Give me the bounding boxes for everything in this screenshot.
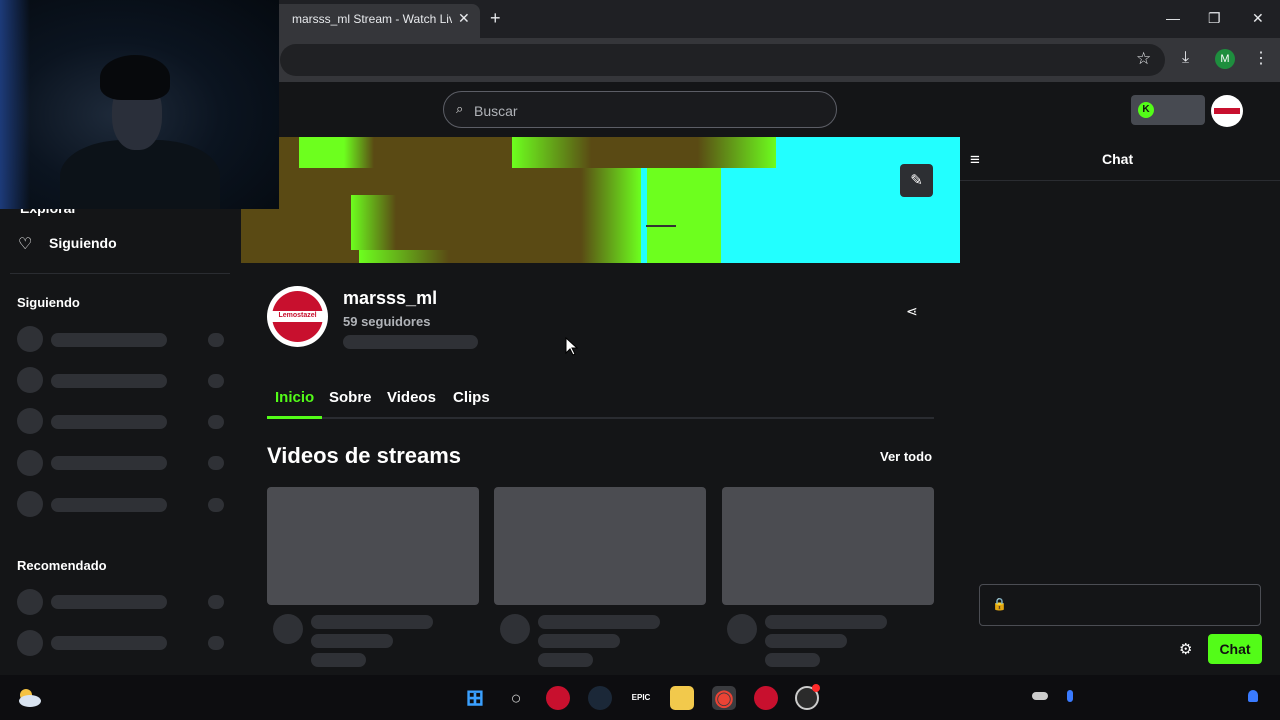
active-tab-indicator [267,416,322,419]
file-explorer-icon[interactable] [670,686,694,710]
skeleton-avatar [17,589,43,615]
user-avatar[interactable] [1211,95,1243,127]
skeleton-line [51,333,167,347]
app-icon[interactable] [754,686,778,710]
start-icon[interactable]: ⊞ [463,686,487,710]
heart-icon: ♡ [18,236,33,253]
skeleton-dot [208,456,224,470]
skeleton-line [51,456,167,470]
skeleton-line [51,636,167,650]
browser-tab-title[interactable]: marsss_ml Stream - Watch Live [292,12,452,26]
window-close-icon[interactable]: ✕ [1252,10,1264,27]
search-icon: ⌕ [456,101,464,116]
skeleton-dot [208,374,224,388]
sidebar-section-following: Siguiendo [17,295,80,310]
skeleton-avatar [273,614,303,644]
skeleton-line [765,653,820,667]
tab-sobre[interactable]: Sobre [329,389,372,406]
notification-dot [812,684,820,692]
skeleton-avatar [17,630,43,656]
chat-send-button[interactable]: Chat [1208,634,1262,664]
chat-title: Chat [1102,151,1134,167]
skeleton-dot [208,595,224,609]
skeleton-line [311,615,433,629]
skeleton-line [538,634,620,648]
tabs-divider [267,417,934,419]
kick-logo-icon: K [1138,102,1154,118]
weather-icon[interactable] [16,686,42,708]
skeleton-dot [208,415,224,429]
sidebar-item-following[interactable]: Siguiendo [49,235,117,251]
skeleton-avatar [17,491,43,517]
skeleton-line [51,415,167,429]
bookmark-star-icon[interactable]: ☆ [1136,49,1151,69]
sidebar-section-recommended: Recomendado [17,558,107,573]
skeleton-line [311,634,393,648]
chat-input[interactable] [979,584,1261,626]
edit-banner-button[interactable]: ✎ [900,164,933,197]
gear-icon[interactable]: ⚙ [1179,640,1192,658]
skeleton-line [51,498,167,512]
onedrive-icon[interactable] [1032,692,1048,700]
skeleton-avatar [727,614,757,644]
skeleton-dot [208,636,224,650]
profile-avatar[interactable]: M [1215,49,1235,69]
epic-games-icon[interactable]: EPIC [629,686,653,710]
skeleton-line [343,335,478,349]
app-icon[interactable] [546,686,570,710]
sidebar-divider [10,273,230,274]
minimize-icon[interactable]: — [1166,10,1180,26]
lock-icon: 🔒 [992,597,1007,611]
new-tab-icon[interactable]: + [490,8,501,29]
skeleton-dot [208,498,224,512]
skeleton-line [311,653,366,667]
notification-bell-icon[interactable] [1248,690,1258,702]
skeleton-line [765,634,847,648]
channel-avatar-logo-text: Lemostazel [278,312,317,319]
skeleton-avatar [17,367,43,393]
download-icon[interactable]: ⤓ [1182,49,1189,67]
skeleton-avatar [500,614,530,644]
channel-banner [241,137,960,263]
mouse-cursor-icon [565,337,579,356]
skeleton-line [765,615,887,629]
skeleton-avatar [17,408,43,434]
see-all-link[interactable]: Ver todo [880,449,932,464]
steam-icon[interactable] [588,686,612,710]
skeleton-avatar [17,450,43,476]
video-card-thumbnail[interactable] [267,487,479,605]
skeleton-line [51,374,167,388]
tab-clips[interactable]: Clips [453,389,490,406]
search-taskbar-icon[interactable]: ○ [504,686,528,710]
browser-menu-icon[interactable]: ⋮ [1253,48,1269,68]
collapse-chat-icon[interactable]: ≡ [970,150,980,170]
tab-videos[interactable]: Videos [387,389,436,406]
skeleton-line [538,653,593,667]
tab-inicio[interactable]: Inicio [275,389,314,406]
chrome-icon[interactable]: ◉ [712,686,736,710]
channel-avatar: Lemostazel [267,286,328,347]
skeleton-line [51,595,167,609]
search-placeholder: Buscar [474,103,518,119]
omnibox[interactable] [280,44,1165,76]
chat-divider [960,180,1280,181]
follower-count: 59 seguidores [343,314,431,329]
skeleton-avatar [17,326,43,352]
channel-name: marsss_ml [343,288,438,308]
skeleton-dot [208,333,224,347]
webcam-overlay [0,0,279,209]
skeleton-line [538,615,660,629]
microphone-icon[interactable] [1067,690,1073,702]
restore-icon[interactable]: ❐ [1208,10,1221,27]
section-title: Videos de streams [267,443,462,468]
video-card-thumbnail[interactable] [722,487,934,605]
video-card-thumbnail[interactable] [494,487,706,605]
tab-close-icon[interactable]: ✕ [458,10,470,27]
share-icon[interactable]: ⋖ [906,303,918,320]
